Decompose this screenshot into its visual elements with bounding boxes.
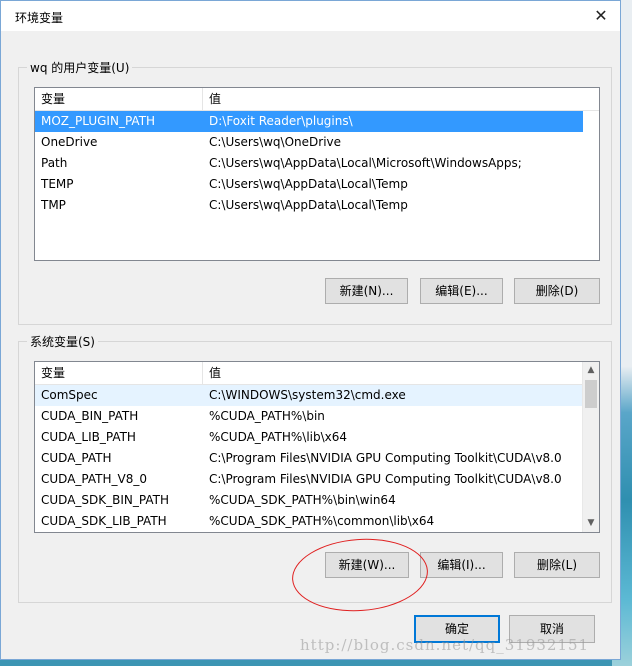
user-variables-label: wq 的用户变量(U) [27,59,133,76]
variable-name-cell: CUDA_SDK_BIN_PATH [41,493,169,507]
close-icon[interactable]: ✕ [588,3,614,29]
system-edit-button[interactable]: 编辑(I)... [420,552,503,578]
column-header-value[interactable]: 值 [203,362,583,384]
variable-name-cell: ComSpec [41,388,98,402]
variable-value-cell: %CUDA_SDK_PATH%\common\lib\x64 [209,514,435,528]
column-header-name[interactable]: 变量 [35,362,203,384]
variable-name-cell: CUDA_PATH [41,451,112,465]
table-row[interactable]: ComSpec C:\WINDOWS\system32\cmd.exe [35,385,583,406]
table-row[interactable]: CUDA_PATH_V8_0 C:\Program Files\NVIDIA GP… [35,469,583,490]
watermark: http://blog.csdn.net/qq_31932151 [300,636,590,654]
system-delete-button[interactable]: 删除(L) [514,552,600,578]
variable-value-cell: C:\Program Files\NVIDIA GPU Computing To… [209,451,562,465]
column-header-name[interactable]: 变量 [35,88,203,110]
table-row[interactable]: CUDA_LIB_PATH %CUDA_PATH%\lib\x64 [35,427,583,448]
table-row[interactable]: TEMP C:\Users\wq\AppData\Local\Temp [35,174,583,195]
system-variables-list[interactable]: 变量 值 ComSpec C:\WINDOWS\system32\cmd.exe C… [34,361,600,533]
variable-name-cell: CUDA_LIB_PATH [41,430,136,444]
table-row[interactable]: CUDA_SDK_LIB_PATH %CUDA_SDK_PATH%\common\… [35,511,583,532]
user-variables-list[interactable]: 变量 值 MOZ_PLUGIN_PATH D:\Foxit Reader\plug… [34,87,600,261]
table-row[interactable]: TMP C:\Users\wq\AppData\Local\Temp [35,195,583,216]
variable-name-cell: MOZ_PLUGIN_PATH [41,114,156,128]
variable-name-cell: TMP [41,198,66,212]
table-row[interactable]: CUDA_BIN_PATH %CUDA_PATH%\bin [35,406,583,427]
variable-value-cell: C:\Users\wq\AppData\Local\Temp [209,177,408,191]
title-bar: 环境变量 ✕ [1,1,620,31]
list-header: 变量 值 [35,362,583,385]
window-title: 环境变量 [15,11,64,25]
variable-value-cell: C:\Users\wq\AppData\Local\Temp [209,198,408,212]
variable-value-cell: C:\Program Files\NVIDIA GPU Computing To… [209,472,562,486]
user-variables-rows: MOZ_PLUGIN_PATH D:\Foxit Reader\plugins\ O… [35,111,583,216]
variable-value-cell: C:\Users\wq\AppData\Local\Microsoft\Wind… [209,156,522,170]
table-row[interactable]: CUDA_SDK_BIN_PATH %CUDA_SDK_PATH%\bin\win… [35,490,583,511]
vertical-scrollbar[interactable]: ▲ ▼ [582,362,599,532]
scroll-thumb[interactable] [585,380,597,408]
variable-value-cell: %CUDA_PATH%\bin [209,409,325,423]
variable-value-cell: %CUDA_PATH%\lib\x64 [209,430,348,444]
variable-name-cell: CUDA_PATH_V8_0 [41,472,147,486]
scroll-down-icon[interactable]: ▼ [583,515,599,532]
system-variables-label: 系统变量(S) [27,333,98,350]
table-row[interactable]: CUDA_PATH C:\Program Files\NVIDIA GPU Com… [35,448,583,469]
variable-value-cell: D:\Foxit Reader\plugins\ [209,114,353,128]
variable-name-cell: OneDrive [41,135,98,149]
variable-value-cell: C:\WINDOWS\system32\cmd.exe [209,388,406,402]
list-header: 变量 值 [35,88,599,111]
variable-name-cell: CUDA_SDK_LIB_PATH [41,514,167,528]
table-row[interactable]: Path C:\Users\wq\AppData\Local\Microsoft\… [35,153,583,174]
variable-value-cell: C:\Users\wq\OneDrive [209,135,342,149]
environment-variables-dialog: 环境变量 ✕ wq 的用户变量(U) 变量 值 MOZ_PLUGIN_PATH D… [0,0,621,660]
scroll-up-icon[interactable]: ▲ [583,362,599,379]
table-row[interactable]: MOZ_PLUGIN_PATH D:\Foxit Reader\plugins\ [35,111,583,132]
variable-name-cell: Path [41,156,68,170]
user-edit-button[interactable]: 编辑(E)... [420,278,503,304]
variable-value-cell: %CUDA_SDK_PATH%\bin\win64 [209,493,396,507]
table-row[interactable]: OneDrive C:\Users\wq\OneDrive [35,132,583,153]
user-delete-button[interactable]: 删除(D) [514,278,600,304]
column-header-value[interactable]: 值 [203,88,583,110]
system-variables-rows: ComSpec C:\WINDOWS\system32\cmd.exe CUDA_B… [35,385,583,532]
variable-name-cell: CUDA_BIN_PATH [41,409,139,423]
variable-name-cell: TEMP [41,177,74,191]
user-new-button[interactable]: 新建(N)... [325,278,408,304]
